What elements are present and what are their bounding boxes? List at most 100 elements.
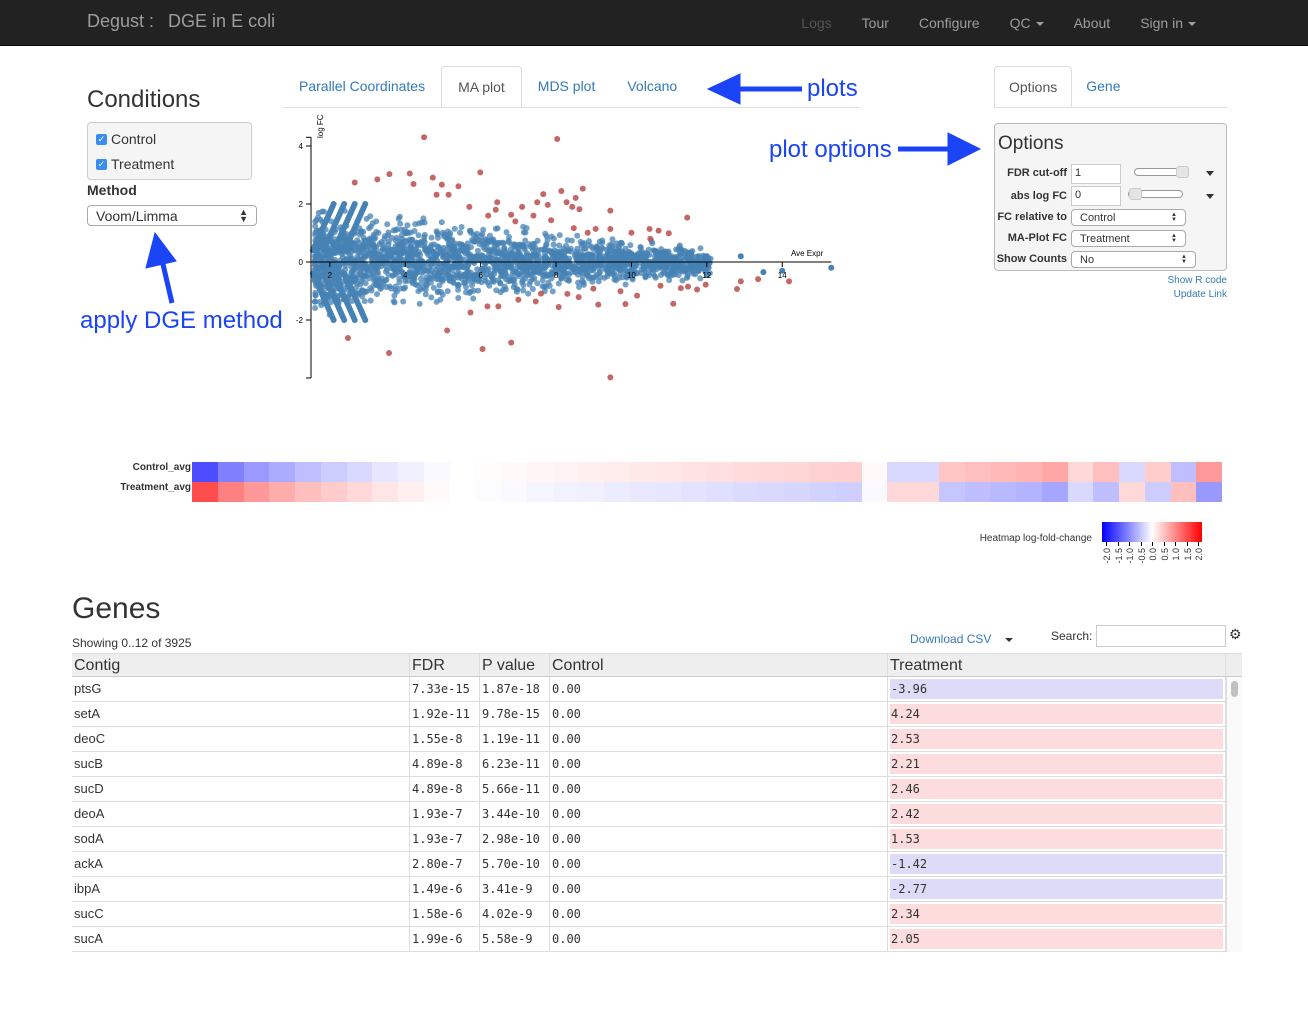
heatmap-cell[interactable] <box>552 482 579 502</box>
table-row[interactable]: deoC 1.55e-8 1.19e-11 0.00 2.53 <box>72 727 1242 752</box>
table-row[interactable]: sucA 1.99e-6 5.58e-9 0.00 2.05 <box>72 927 1242 952</box>
heatmap-cell[interactable] <box>320 462 347 482</box>
update-link[interactable]: Update Link <box>1100 289 1227 300</box>
significant-point[interactable] <box>677 285 684 292</box>
significant-point[interactable] <box>534 199 541 206</box>
heatmap-cell[interactable] <box>423 462 450 482</box>
heatmap-cell[interactable] <box>269 482 295 502</box>
significant-point[interactable] <box>429 174 436 181</box>
significant-point[interactable] <box>558 187 565 194</box>
fdr-slider[interactable] <box>1134 166 1189 178</box>
heatmap-cell[interactable] <box>578 462 604 482</box>
heatmap-cell[interactable] <box>475 462 501 482</box>
heatmap-cell[interactable] <box>1196 482 1222 502</box>
tab-gene[interactable]: Gene <box>1072 66 1134 107</box>
heatmap-cell[interactable] <box>861 482 888 502</box>
heatmap-cell[interactable] <box>501 462 527 482</box>
heatmap-cell[interactable] <box>835 462 862 482</box>
heatmap-cell[interactable] <box>217 462 244 482</box>
significant-point[interactable] <box>555 303 562 310</box>
table-row[interactable]: ackA 2.80e-7 5.70e-10 0.00 -1.42 <box>72 852 1242 877</box>
significant-point[interactable] <box>455 183 462 190</box>
significant-point[interactable] <box>386 171 393 178</box>
heatmap-cell[interactable] <box>681 482 707 502</box>
heatmap-cell[interactable] <box>372 462 398 482</box>
heatmap-cell[interactable] <box>604 462 630 482</box>
heatmap-cell[interactable] <box>732 462 759 482</box>
significant-point[interactable] <box>519 203 526 210</box>
heatmap-cell[interactable] <box>423 482 450 502</box>
heatmap-cell[interactable] <box>990 482 1016 502</box>
heatmap-cell[interactable] <box>629 462 656 482</box>
heatmap-cell[interactable] <box>707 462 733 482</box>
dropdown-caret-icon[interactable] <box>1206 171 1214 176</box>
significant-point[interactable] <box>386 350 393 357</box>
heatmap-cell[interactable] <box>1041 482 1068 502</box>
significant-point[interactable] <box>433 191 440 198</box>
column-header-fdr[interactable]: FDR <box>410 654 480 676</box>
significant-point[interactable] <box>622 301 629 308</box>
significant-point[interactable] <box>351 179 358 186</box>
search-input[interactable] <box>1096 625 1226 647</box>
significant-point[interactable] <box>572 194 579 201</box>
heatmap-cell[interactable] <box>938 482 965 502</box>
slider-handle[interactable] <box>1176 166 1189 178</box>
show-counts-select[interactable]: No ▲ ▼ <box>1071 251 1196 268</box>
heatmap-cell[interactable] <box>784 462 810 482</box>
significant-point[interactable] <box>694 286 701 293</box>
significant-point[interactable] <box>607 225 614 232</box>
heatmap-cell[interactable] <box>501 482 527 502</box>
significant-point[interactable] <box>592 225 599 232</box>
table-row[interactable]: ibpA 1.49e-6 3.41e-9 0.00 -2.77 <box>72 877 1242 902</box>
significant-point[interactable] <box>477 169 484 176</box>
heatmap-cell[interactable] <box>1041 462 1068 482</box>
fdr-input[interactable]: 1 <box>1071 164 1121 184</box>
gear-icon[interactable]: ⚙ <box>1229 626 1242 643</box>
dropdown-caret-icon[interactable] <box>1206 194 1214 199</box>
significant-point[interactable] <box>646 225 653 232</box>
significant-point[interactable] <box>579 185 586 192</box>
column-header-p-value[interactable]: P value <box>480 654 550 676</box>
heatmap-row-treatment[interactable] <box>192 482 1222 502</box>
significant-point[interactable] <box>344 334 351 341</box>
heatmap-cell[interactable] <box>1093 482 1119 502</box>
heatmap-cell[interactable] <box>887 462 913 482</box>
heatmap-cell[interactable] <box>398 462 424 482</box>
ma-plot[interactable]: 2 4 6 8 10 12 14 4 2 0 -2 Ave Expr log FC <box>290 110 860 385</box>
significant-point[interactable] <box>554 136 561 143</box>
significant-point[interactable] <box>734 285 741 292</box>
heatmap-cell[interactable] <box>1093 462 1119 482</box>
heatmap-cell[interactable] <box>295 462 321 482</box>
significant-point[interactable] <box>563 199 570 206</box>
heatmap-cell[interactable] <box>810 462 836 482</box>
significant-point[interactable] <box>548 217 555 224</box>
table-row[interactable]: setA 1.92e-11 9.78e-15 0.00 4.24 <box>72 702 1242 727</box>
heatmap-cell[interactable] <box>913 482 939 502</box>
significant-point[interactable] <box>670 300 677 307</box>
heatmap-cell[interactable] <box>707 482 733 502</box>
significant-point[interactable] <box>595 301 602 308</box>
significant-point[interactable] <box>575 294 582 301</box>
significant-point[interactable] <box>617 288 624 295</box>
abslogfc-input[interactable]: 0 <box>1071 186 1121 206</box>
heatmap-cell[interactable] <box>449 482 476 502</box>
significant-point[interactable] <box>607 374 614 381</box>
heatmap-cell[interactable] <box>552 462 579 482</box>
heatmap-cell[interactable] <box>1119 482 1145 502</box>
significant-point[interactable] <box>512 218 519 225</box>
heatmap-cell[interactable] <box>938 462 965 482</box>
heatmap-cell[interactable] <box>655 482 682 502</box>
table-row[interactable]: deoA 1.93e-7 3.44e-10 0.00 2.42 <box>72 802 1242 827</box>
table-row[interactable]: sodA 1.93e-7 2.98e-10 0.00 1.53 <box>72 827 1242 852</box>
heatmap-cell[interactable] <box>758 482 785 502</box>
significant-point[interactable] <box>492 206 499 213</box>
significant-point[interactable] <box>569 203 576 210</box>
slider-handle[interactable] <box>1129 188 1142 200</box>
heatmap-cell[interactable] <box>295 482 321 502</box>
heatmap-cell[interactable] <box>964 462 991 482</box>
show-r-code-link[interactable]: Show R code <box>1100 275 1227 286</box>
heatmap-cell[interactable] <box>861 462 888 482</box>
heatmap-cell[interactable] <box>243 462 270 482</box>
heatmap-cell[interactable] <box>1016 482 1042 502</box>
column-header-contig[interactable]: Contig <box>72 654 410 676</box>
